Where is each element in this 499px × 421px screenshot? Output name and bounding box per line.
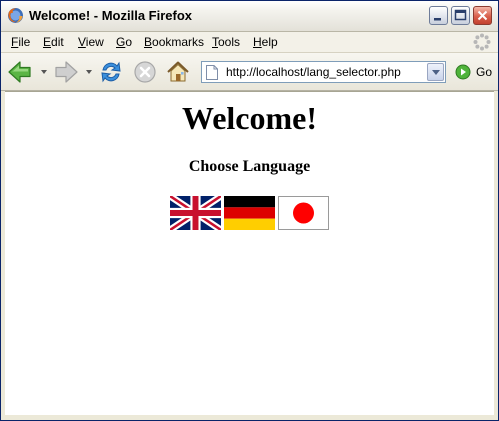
menu-tools[interactable]: Tools	[212, 35, 240, 49]
page-content: Welcome! Choose Language	[5, 91, 494, 416]
throbber-icon	[472, 32, 492, 52]
page-title: Welcome!	[181, 100, 318, 136]
english-flag-link[interactable]	[170, 196, 221, 230]
stop-button[interactable]	[132, 59, 158, 85]
menu-help[interactable]: Help	[253, 35, 278, 49]
menu-bookmarks-label: ookmarks	[152, 35, 205, 49]
menu-bookmarks[interactable]: Bookmarks	[144, 35, 204, 49]
window-title: Welcome! - Mozilla Firefox	[29, 8, 193, 23]
menu-help-label: elp	[261, 35, 278, 49]
menu-file[interactable]: File	[11, 35, 30, 49]
menu-help-key: H	[253, 35, 262, 49]
maximize-button[interactable]	[451, 6, 470, 25]
menu-go[interactable]: Go	[116, 35, 132, 49]
home-icon	[167, 61, 189, 82]
title-bar[interactable]: Welcome! - Mozilla Firefox	[1, 1, 498, 32]
page-icon	[206, 65, 218, 80]
reload-icon	[101, 61, 121, 83]
reload-button[interactable]	[98, 59, 124, 85]
minimize-button[interactable]	[429, 6, 448, 25]
go-label[interactable]: Go	[476, 65, 492, 79]
home-button[interactable]	[165, 59, 191, 85]
forward-history-dropdown[interactable]	[86, 70, 92, 74]
menu-view-key: V	[78, 35, 86, 49]
menu-bar: File Edit View Go Bookmarks Tools Help	[1, 32, 498, 53]
go-button[interactable]	[455, 64, 471, 80]
maximize-icon	[454, 9, 467, 21]
menu-edit[interactable]: Edit	[43, 35, 64, 49]
menu-tools-label: ools	[218, 35, 241, 49]
menu-go-key: G	[116, 35, 126, 49]
firefox-logo-icon	[7, 7, 24, 24]
japanese-flag-link[interactable]	[278, 196, 329, 230]
browser-window: Welcome! - Mozilla Firefox File Edit Vie…	[0, 0, 499, 421]
address-bar[interactable]: http://localhost/lang_selector.php	[201, 61, 446, 83]
url-text[interactable]: http://localhost/lang_selector.php	[226, 65, 401, 79]
page-subtitle: Choose Language	[188, 158, 311, 175]
uk-flag-icon	[170, 196, 221, 230]
menu-edit-label: dit	[51, 35, 64, 49]
menu-bookmarks-key: B	[144, 35, 153, 49]
japan-flag-icon	[278, 196, 329, 230]
back-arrow-icon	[8, 61, 31, 83]
minimize-icon	[434, 18, 441, 21]
status-bar	[1, 415, 498, 420]
forward-arrow-icon	[55, 61, 78, 83]
german-flag-link[interactable]	[224, 196, 275, 230]
menu-view[interactable]: View	[78, 35, 104, 49]
back-button[interactable]	[7, 59, 33, 85]
close-icon	[477, 10, 488, 21]
back-history-dropdown[interactable]	[41, 70, 47, 74]
menu-view-label: iew	[85, 35, 104, 49]
forward-button[interactable]	[53, 59, 79, 85]
go-arrow-icon	[455, 64, 471, 80]
germany-flag-icon	[224, 196, 275, 230]
menu-go-label: o	[125, 35, 133, 49]
menu-file-label: ile	[18, 35, 31, 49]
close-button[interactable]	[473, 6, 492, 25]
url-history-dropdown[interactable]	[427, 63, 444, 81]
navigation-toolbar: http://localhost/lang_selector.php Go	[1, 53, 498, 91]
stop-icon	[134, 61, 156, 83]
menu-edit-key: E	[43, 35, 52, 49]
